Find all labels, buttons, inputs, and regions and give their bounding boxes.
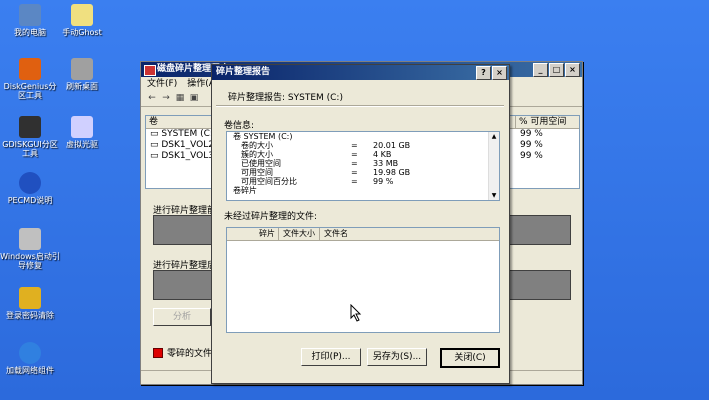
defrag-app-icon xyxy=(144,65,156,76)
drive-icon: ▭ xyxy=(150,151,162,161)
info-value: 20.01 GB xyxy=(373,141,411,150)
minimize-button[interactable]: _ xyxy=(533,63,548,77)
icon-label: PECMD说明 xyxy=(7,196,53,205)
dialog-close-action-button[interactable]: 关闭(C) xyxy=(440,348,500,368)
info-key: 已使用空间 xyxy=(241,159,281,168)
mouse-cursor-icon xyxy=(350,304,362,322)
icon-label: DiskGenius分区工具 xyxy=(3,82,57,100)
info-eq: = xyxy=(351,159,358,168)
file-list[interactable]: 碎片 文件大小 文件名 xyxy=(226,227,500,333)
scroll-up-icon[interactable]: ▲ xyxy=(489,132,499,141)
column-free-pct[interactable]: % 可用空间 xyxy=(516,116,579,128)
report-header: 碎片整理报告: SYSTEM (C:) xyxy=(228,93,343,103)
icon-label: 手动Ghost xyxy=(62,28,102,37)
info-row: 卷 SYSTEM (C:) xyxy=(227,132,488,141)
info-row: 已使用空间 = 33 MB xyxy=(227,159,488,168)
info-eq xyxy=(351,186,373,195)
help-button[interactable]: ? xyxy=(476,66,491,80)
info-row: 可用空间 = 19.98 GB xyxy=(227,168,488,177)
icon-label: GDISKGUI分区工具 xyxy=(2,140,58,158)
gdiskgui-icon[interactable]: GDISKGUI分区工具 xyxy=(0,116,60,158)
volume-pct: 99 % xyxy=(519,140,543,150)
scroll-down-icon[interactable]: ▼ xyxy=(489,191,499,200)
windows-boot-repair-icon[interactable]: Windows启动引导修复 xyxy=(0,228,60,270)
info-value: 99 % xyxy=(373,177,394,186)
properties-icon[interactable]: ▣ xyxy=(189,94,199,103)
info-eq: = xyxy=(351,150,358,159)
forward-arrow-icon[interactable]: → xyxy=(161,94,171,103)
pecmd-help-icon[interactable]: PECMD说明 xyxy=(0,172,60,205)
info-eq: = xyxy=(351,168,358,177)
info-value xyxy=(373,132,488,141)
dialog-title: 碎片整理报告 xyxy=(216,67,271,77)
column-file-name[interactable]: 文件名 xyxy=(320,228,499,240)
info-key: 可用空间百分比 xyxy=(241,177,297,186)
close-button[interactable]: × xyxy=(565,63,580,77)
icon-label: 刷新桌面 xyxy=(66,82,98,91)
dialog-titlebar[interactable]: 碎片整理报告 ? × xyxy=(212,65,509,80)
print-button[interactable]: 打印(P)... xyxy=(301,348,361,366)
dialog-close-button[interactable]: × xyxy=(492,66,507,80)
unfragmented-files-label: 未经过碎片整理的文件: xyxy=(224,212,318,222)
icon-label: 登录密码清除 xyxy=(6,311,54,320)
drive-icon: ▭ xyxy=(150,129,162,139)
legend: 零碎的文件 xyxy=(153,346,212,359)
column-file-size[interactable]: 文件大小 xyxy=(279,228,320,240)
save-as-button[interactable]: 另存为(S)... xyxy=(367,348,427,366)
info-key: 簇的大小 xyxy=(241,150,273,159)
volume-info-label: 卷信息: xyxy=(224,121,255,131)
virtual-cdrom-icon[interactable]: 虚拟光驱 xyxy=(52,116,112,149)
info-key: 卷的大小 xyxy=(241,141,273,150)
info-row: 卷碎片 xyxy=(227,186,488,195)
fragmented-swatch xyxy=(153,347,163,358)
info-row: 簇的大小 = 4 KB xyxy=(227,150,488,159)
separator xyxy=(216,105,504,107)
info-scrollbar[interactable]: ▲ ▼ xyxy=(488,132,499,200)
info-row: 可用空间百分比 = 99 % xyxy=(227,177,488,186)
info-value: 33 MB xyxy=(373,159,399,168)
password-clear-icon[interactable]: 登录密码清除 xyxy=(0,287,60,320)
info-eq xyxy=(351,132,373,141)
info-eq: = xyxy=(351,177,358,186)
info-row: 卷的大小 = 20.01 GB xyxy=(227,141,488,150)
menu-file[interactable]: 文件(F) xyxy=(147,77,177,91)
analyze-button[interactable]: 分析 xyxy=(153,308,211,326)
legend-label: 零碎的文件 xyxy=(167,349,213,359)
volume-pct: 99 % xyxy=(519,129,543,139)
icon-label: 我的电脑 xyxy=(14,28,46,37)
info-key: 卷 SYSTEM (C:) xyxy=(233,132,293,141)
my-computer-icon[interactable]: 我的电脑 xyxy=(0,4,60,37)
volume-info-box[interactable]: 卷 SYSTEM (C:) 卷的大小 = 20.01 GB 簇的大小 = 4 KB 已使… xyxy=(226,131,500,201)
view-icon[interactable]: ▦ xyxy=(175,94,185,103)
refresh-desktop-icon[interactable]: 刷新桌面 xyxy=(52,58,112,91)
info-key: 可用空间 xyxy=(241,168,273,177)
column-fragments[interactable]: 碎片 xyxy=(227,228,279,240)
icon-label: 虚拟光驱 xyxy=(66,140,98,149)
icon-label: 加载网络组件 xyxy=(6,366,54,375)
network-load-icon[interactable]: 加载网络组件 xyxy=(0,342,60,375)
drive-icon: ▭ xyxy=(150,140,162,150)
icon-label: Windows启动引导修复 xyxy=(0,252,60,270)
back-arrow-icon[interactable]: ← xyxy=(147,94,157,103)
info-value: 19.98 GB xyxy=(373,168,411,177)
info-value xyxy=(373,186,488,195)
maximize-button[interactable]: □ xyxy=(549,63,564,77)
volume-pct: 99 % xyxy=(519,151,543,161)
manual-ghost-icon[interactable]: 手动Ghost xyxy=(52,4,112,37)
defrag-report-dialog: 碎片整理报告 ? × 碎片整理报告: SYSTEM (C:) 卷信息: 卷 SY… xyxy=(211,64,510,384)
info-eq: = xyxy=(351,141,358,150)
volume-name: SYSTEM (C:) xyxy=(161,129,217,139)
info-key: 卷碎片 xyxy=(233,186,257,195)
diskgenius-icon[interactable]: DiskGenius分区工具 xyxy=(0,58,60,100)
info-value: 4 KB xyxy=(373,150,392,159)
